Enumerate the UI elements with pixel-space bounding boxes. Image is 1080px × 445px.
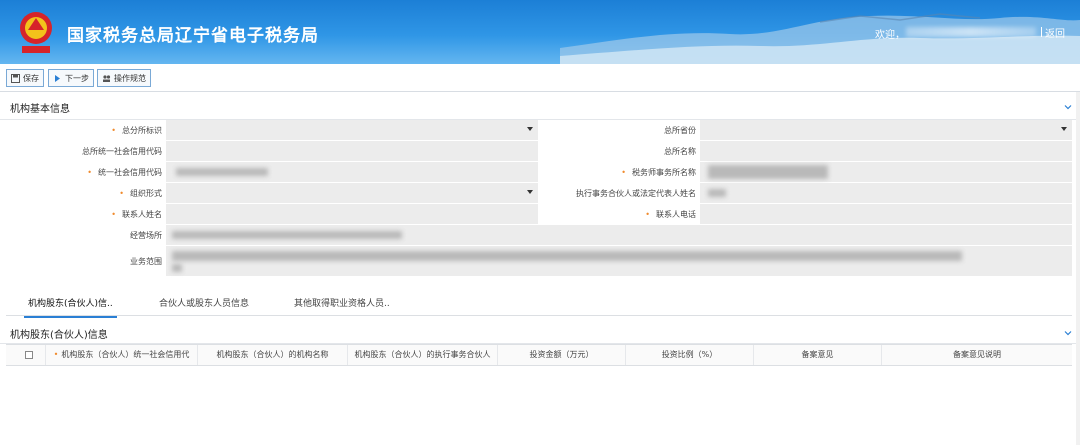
field-label: 执行事务合伙人或法定代表人姓名 (540, 183, 700, 204)
firm-name-field[interactable] (700, 162, 1072, 182)
exec-partner-field[interactable] (700, 183, 1072, 203)
redacted-value (176, 168, 268, 176)
section-title: 机构股东(合伙人)信息 (10, 330, 108, 341)
select-all-cell (6, 345, 46, 365)
detail-tabs: 机构股东(合伙人)信.. 合伙人或股东人员信息 其他取得职业资格人员.. (6, 290, 1072, 318)
username-redacted (906, 27, 1036, 37)
column-header[interactable]: 投资金额（万元） (498, 345, 626, 365)
form-row: • 总分所标识 总所省份 (6, 120, 1072, 141)
guide-button[interactable]: 操作规范 (97, 69, 151, 87)
field-label: 总所统一社会信用代码 (6, 141, 166, 162)
field-label: • 税务师事务所名称 (540, 162, 700, 183)
save-label: 保存 (23, 73, 39, 83)
national-emblem-icon (20, 12, 52, 53)
column-header[interactable]: 机构股东（合伙人）的机构名称 (198, 345, 348, 365)
chevron-down-icon[interactable] (1064, 103, 1072, 111)
next-step-button[interactable]: 下一步 (48, 69, 94, 87)
redacted-value (172, 251, 962, 261)
app-header: 国家税务总局辽宁省电子税务局 欢迎， 返回 (0, 0, 1080, 64)
next-step-label: 下一步 (65, 73, 89, 83)
dropdown-arrow-icon (527, 127, 533, 131)
shareholder-table-header: • 机构股东（合伙人）统一社会信用代 机构股东（合伙人）的机构名称 机构股东（合伙… (6, 344, 1072, 366)
form-row: 经营场所 (6, 225, 1072, 246)
column-header[interactable]: 投资比例（%） (626, 345, 754, 365)
form-row: • 组织形式 执行事务合伙人或法定代表人姓名 (6, 183, 1072, 204)
credit-code-field[interactable] (166, 162, 538, 182)
contact-phone-field[interactable] (700, 204, 1072, 224)
save-button[interactable]: 保存 (6, 69, 44, 87)
field-label: 业务范围 (6, 246, 166, 278)
field-label: 总所省份 (540, 120, 700, 141)
hq-credit-code-field[interactable] (166, 141, 538, 161)
redacted-value (172, 264, 182, 272)
tab-other-qualified[interactable]: 其他取得职业资格人员.. (294, 296, 390, 309)
field-label: • 组织形式 (6, 183, 166, 204)
contact-name-field[interactable] (166, 204, 538, 224)
users-icon (103, 74, 111, 82)
redacted-value (172, 231, 402, 239)
form-row: • 联系人姓名 • 联系人电话 (6, 204, 1072, 225)
column-header[interactable]: 机构股东（合伙人）的执行事务合伙人 (348, 345, 498, 365)
shareholder-info-header[interactable]: 机构股东(合伙人)信息 (0, 320, 1076, 344)
tab-partner-personnel[interactable]: 合伙人或股东人员信息 (159, 296, 249, 309)
field-label: • 联系人电话 (540, 204, 700, 225)
toolbar: 保存 下一步 操作规范 (0, 64, 1080, 92)
tab-shareholder-org[interactable]: 机构股东(合伙人)信.. (24, 296, 117, 318)
hq-branch-select[interactable] (166, 120, 538, 140)
chevron-down-icon[interactable] (1064, 329, 1072, 337)
hq-name-field[interactable] (700, 141, 1072, 161)
org-form-select[interactable] (166, 183, 538, 203)
dropdown-arrow-icon (1061, 127, 1067, 131)
guide-label: 操作规范 (114, 73, 146, 83)
play-icon (55, 74, 60, 82)
vertical-scrollbar[interactable] (1076, 92, 1080, 445)
dropdown-arrow-icon (527, 190, 533, 194)
welcome-text: 欢迎， (875, 30, 905, 41)
section-title: 机构基本信息 (10, 104, 70, 115)
form-row: 业务范围 (6, 246, 1072, 278)
redacted-value (708, 165, 828, 179)
select-all-checkbox[interactable] (25, 351, 33, 359)
field-label: 总所名称 (540, 141, 700, 162)
field-label: • 统一社会信用代码 (6, 162, 166, 183)
column-header[interactable]: • 机构股东（合伙人）统一社会信用代 (46, 345, 198, 365)
field-label: • 联系人姓名 (6, 204, 166, 225)
column-header[interactable]: 备案意见 (754, 345, 882, 365)
basic-info-header[interactable]: 机构基本信息 (0, 94, 1076, 120)
hq-province-select[interactable] (700, 120, 1072, 140)
form-row: 总所统一社会信用代码 总所名称 (6, 141, 1072, 162)
save-icon (11, 73, 20, 83)
column-header[interactable]: 备案意见说明 (882, 345, 1072, 365)
form-row: • 统一社会信用代码 • 税务师事务所名称 (6, 162, 1072, 183)
field-label: 经营场所 (6, 225, 166, 246)
redacted-value (708, 189, 726, 197)
field-label: • 总分所标识 (6, 120, 166, 141)
scope-field[interactable] (166, 246, 1072, 276)
return-link[interactable]: 返回 (1041, 25, 1065, 40)
site-title: 国家税务总局辽宁省电子税务局 (67, 26, 319, 46)
address-field[interactable] (166, 225, 1072, 245)
